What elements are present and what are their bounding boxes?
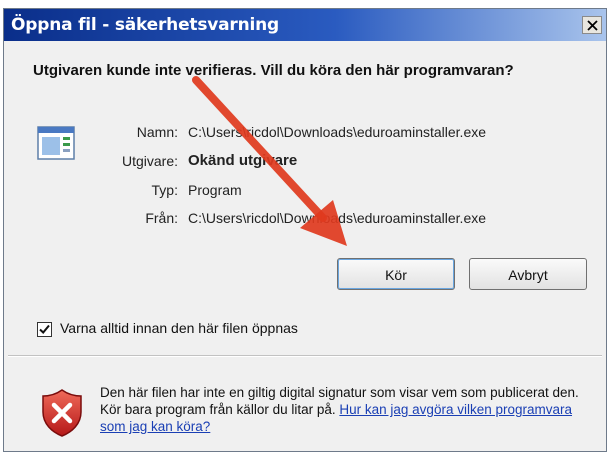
type-value-row: Program bbox=[4, 180, 604, 200]
type-value: Program bbox=[188, 182, 242, 198]
verification-question: Utgivaren kunde inte verifieras. Vill du… bbox=[33, 62, 514, 79]
close-icon bbox=[587, 20, 598, 31]
from-value-row: C:\Users\ricdol\Downloads\eduroaminstall… bbox=[4, 208, 604, 228]
publisher-value-row: Okänd utgivare bbox=[4, 151, 604, 171]
security-warning-dialog: Öppna fil - säkerhetsvarning Utgivaren k… bbox=[3, 8, 607, 452]
security-shield-x-icon bbox=[42, 389, 82, 437]
checkmark-icon bbox=[39, 324, 50, 334]
always-warn-label[interactable]: Varna alltid innan den här filen öppnas bbox=[60, 320, 298, 336]
name-value: C:\Users\ricdol\Downloads\eduroaminstall… bbox=[188, 124, 487, 140]
from-value: C:\Users\ricdol\Downloads\eduroaminstall… bbox=[188, 210, 487, 226]
run-button[interactable]: Kör bbox=[337, 258, 455, 290]
name-value-row: C:\Users\ricdol\Downloads\eduroaminstall… bbox=[4, 122, 604, 142]
separator bbox=[8, 355, 602, 357]
close-button[interactable] bbox=[582, 16, 602, 34]
cancel-button[interactable]: Avbryt bbox=[469, 258, 587, 290]
signature-warning: Den här filen har inte en giltig digital… bbox=[100, 384, 590, 435]
title-bar: Öppna fil - säkerhetsvarning bbox=[4, 9, 606, 41]
publisher-value: Okänd utgivare bbox=[188, 152, 298, 169]
always-warn-checkbox[interactable] bbox=[37, 322, 52, 337]
dialog-title: Öppna fil - säkerhetsvarning bbox=[11, 15, 279, 35]
